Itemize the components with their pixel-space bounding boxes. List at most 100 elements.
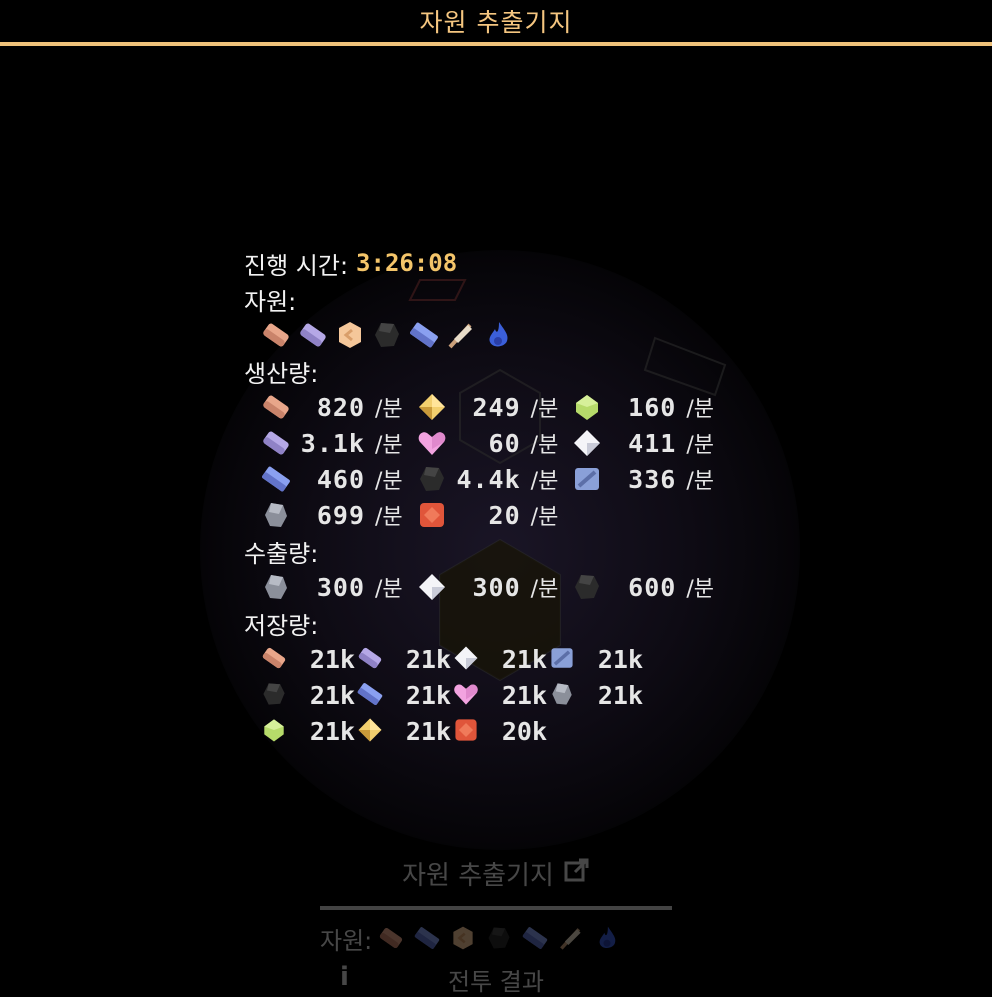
- production-rate-value: 3.1k: [300, 428, 365, 458]
- per-minute-unit: /분: [375, 577, 403, 602]
- base-summary-title: 자원 추출기지: [402, 860, 554, 891]
- storage-item: 20k: [451, 715, 547, 747]
- per-minute-unit: /분: [375, 469, 403, 494]
- production-item: 4.4k/분: [415, 463, 565, 495]
- green-gem-icon: [259, 715, 293, 747]
- info-icon[interactable]: i: [340, 962, 349, 992]
- production-rate-value: 60: [488, 428, 521, 458]
- storage-row: 21k 21k 21k 21k: [244, 677, 764, 713]
- blue-flame-icon: [481, 319, 515, 351]
- production-rate-value: 4.4k: [456, 464, 521, 494]
- dark-ore-icon: [259, 679, 293, 711]
- feather-icon: [444, 319, 478, 351]
- blue-crystal-icon: [259, 463, 293, 495]
- resource-info-panel: 진행 시간: 3:26:08 자원: 생산량: 820/분 249/분 160/분 3…: [244, 245, 764, 749]
- per-minute-unit: /분: [686, 397, 714, 422]
- storage-item: 21k: [355, 679, 451, 711]
- production-row: 699/분 20/분: [244, 497, 764, 533]
- storage-item: 21k: [259, 715, 355, 747]
- copper-ingot-icon: [259, 391, 293, 423]
- dark-ore-icon: [415, 463, 449, 495]
- storage-item: 21k: [355, 715, 451, 747]
- per-minute-unit: /분: [375, 505, 403, 530]
- blue-flame-icon: [592, 924, 622, 952]
- storage-item: 21k: [259, 679, 355, 711]
- copper-ingot-icon: [259, 319, 293, 351]
- storage-list: 21k 21k 21k 21k 21k 21k 21k 21k 21k 21k 20k: [244, 641, 764, 749]
- storage-amount-value: 21k: [501, 644, 547, 674]
- production-rate-value: 20: [488, 500, 521, 530]
- green-gem-icon: [570, 391, 604, 423]
- production-item: 460/분: [259, 463, 409, 495]
- production-row: 460/분 4.4k/분 336/분: [244, 461, 764, 497]
- per-minute-unit: /분: [686, 469, 714, 494]
- per-minute-unit: /분: [530, 469, 559, 494]
- production-item: 160/분: [570, 391, 720, 423]
- storage-amount-value: 21k: [309, 680, 355, 710]
- export-item: 300/분: [259, 571, 409, 603]
- elapsed-time-label: 진행 시간:: [244, 251, 349, 280]
- blue-crystal-icon: [407, 319, 441, 351]
- storage-item: 21k: [547, 643, 643, 675]
- steel-block-icon: [547, 643, 581, 675]
- red-gem-icon: [415, 499, 449, 531]
- per-minute-unit: /분: [530, 433, 559, 458]
- storage-amount-value: 21k: [501, 680, 547, 710]
- dark-ore-icon: [370, 319, 404, 351]
- yellow-gem-icon: [415, 391, 449, 423]
- storage-amount-value: 20k: [501, 716, 547, 746]
- dark-ore-icon: [484, 924, 514, 952]
- base-summary-icons: [376, 924, 628, 952]
- elapsed-time-value: 3:26:08: [356, 249, 458, 277]
- yellow-gem-icon: [355, 715, 389, 747]
- base-summary-card[interactable]: 자원 추출기지 자원: 전투 결과 i: [320, 850, 672, 997]
- per-minute-unit: /분: [686, 433, 714, 458]
- copper-ingot-icon: [259, 643, 293, 675]
- blue-crystal-icon: [520, 924, 550, 952]
- production-item: 820/분: [259, 391, 409, 423]
- grey-ore-icon: [259, 499, 293, 531]
- export-item: 300/분: [415, 571, 565, 603]
- production-row: 3.1k/분 60/분 411/분: [244, 425, 764, 461]
- white-crystal-icon: [451, 643, 485, 675]
- storage-row: 21k 21k 20k: [244, 713, 764, 749]
- production-item: 411/분: [570, 427, 720, 459]
- production-item: 699/분: [259, 499, 409, 531]
- production-item: 3.1k/분: [259, 427, 409, 459]
- copper-ingot-icon: [376, 924, 406, 952]
- storage-item: 21k: [547, 679, 643, 711]
- production-rate-value: 249: [472, 392, 521, 422]
- production-rate-value: 411: [628, 428, 677, 458]
- external-link-icon[interactable]: [564, 857, 590, 890]
- lavender-ingot-icon: [259, 427, 293, 459]
- export-rate-value: 600: [628, 572, 677, 602]
- lavender-ingot-icon: [355, 643, 389, 675]
- storage-heading: 저장량:: [244, 611, 319, 640]
- base-summary-resources: 자원:: [320, 916, 672, 960]
- production-rate-value: 460: [316, 464, 365, 494]
- base-summary-title-row: 자원 추출기지: [320, 850, 672, 896]
- storage-amount-value: 21k: [597, 680, 643, 710]
- window-title: 자원 추출기지: [419, 8, 573, 37]
- production-heading: 생산량:: [244, 359, 319, 388]
- production-item: 20/분: [415, 499, 565, 531]
- export-list: 300/분 300/분 600/분: [244, 569, 764, 605]
- grey-ore-icon: [259, 571, 293, 603]
- resources-icon-row: [244, 317, 764, 353]
- production-rate-value: 820: [316, 392, 365, 422]
- blue-crystal-icon: [355, 679, 389, 711]
- blue-crystal-icon: [412, 924, 442, 952]
- elapsed-time-row: 진행 시간: 3:26:08: [244, 245, 764, 281]
- production-rate-value: 160: [628, 392, 677, 422]
- lavender-ingot-icon: [296, 319, 330, 351]
- per-minute-unit: /분: [530, 397, 559, 422]
- export-row: 300/분 300/분 600/분: [244, 569, 764, 605]
- storage-item: 21k: [355, 643, 451, 675]
- production-item: 60/분: [415, 427, 565, 459]
- per-minute-unit: /분: [375, 397, 403, 422]
- per-minute-unit: /분: [530, 505, 559, 530]
- pink-heart-icon: [415, 427, 449, 459]
- production-item: 249/분: [415, 391, 565, 423]
- divider: [320, 906, 672, 910]
- pink-heart-icon: [451, 679, 485, 711]
